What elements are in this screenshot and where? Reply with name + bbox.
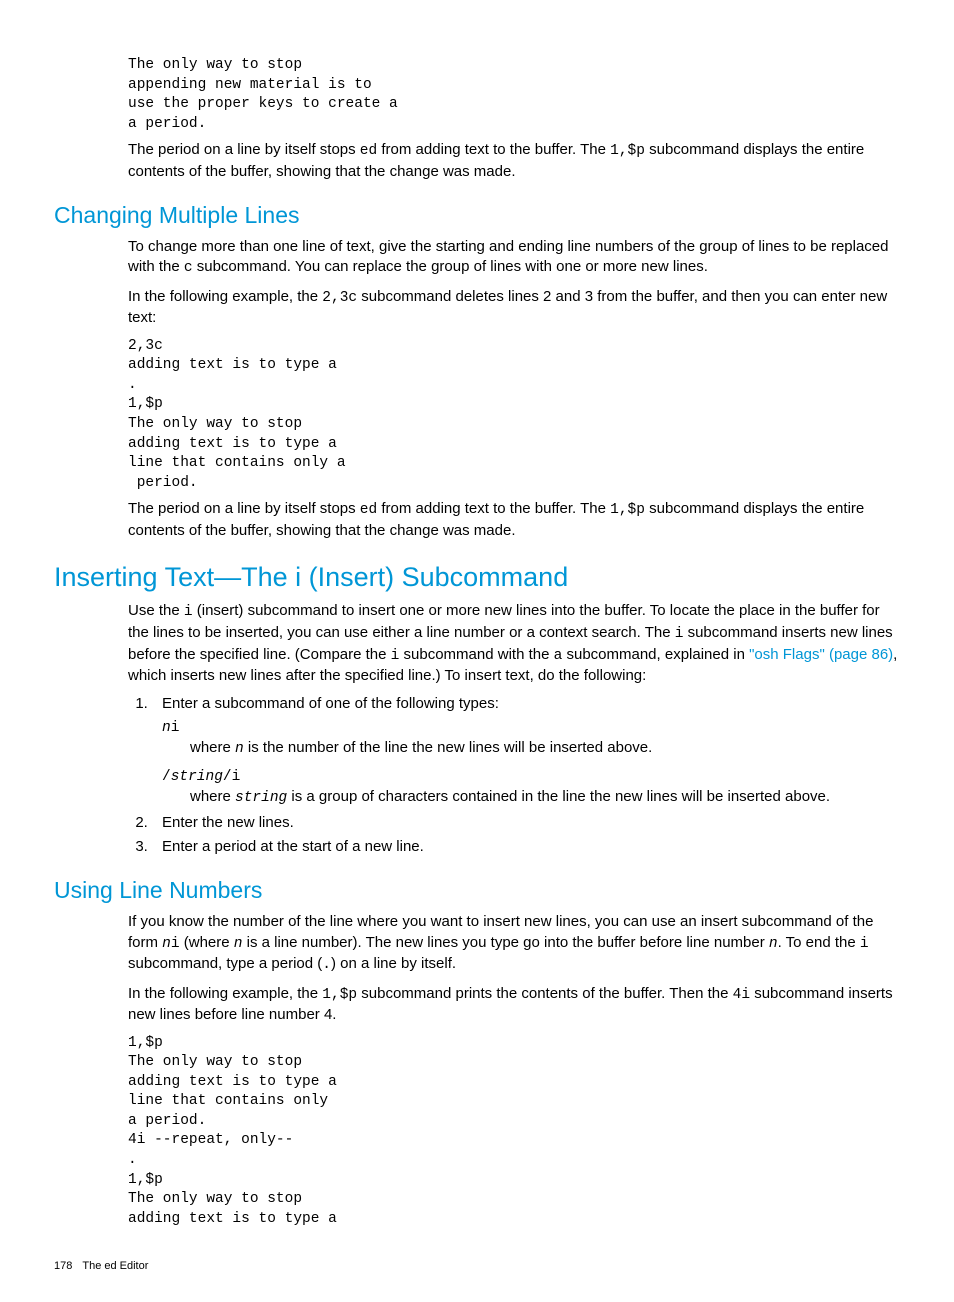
inline-code: . [322,957,331,973]
inline-code: ed [360,143,377,159]
syntax-desc-1: where n is the number of the line the ne… [190,738,900,760]
paragraph: If you know the number of the line where… [128,912,900,975]
footer-title: The ed Editor [82,1260,148,1272]
step-1: Enter a subcommand of one of the followi… [152,694,900,809]
inline-code: 1,$p [322,987,357,1003]
inline-code: n [769,936,778,952]
step-2: Enter the new lines. [152,813,900,833]
page-footer: 178 The ed Editor [54,1259,900,1274]
inline-code: 2,3c [322,290,357,306]
inline-code: a [554,648,563,664]
heading-inserting-text: Inserting Text—The i (Insert) Subcommand [54,559,900,595]
inline-code: 1,$p [610,143,645,159]
inline-code: string [235,790,287,806]
paragraph: To change more than one line of text, gi… [128,237,900,279]
inline-code: i [860,936,869,952]
inline-code: ed [360,502,377,518]
link-osh-flags[interactable]: "osh Flags" (page 86) [749,646,893,663]
heading-using-line-numbers: Using Line Numbers [54,875,900,906]
inline-code: i [184,604,193,620]
inline-code: 1,$p [610,502,645,518]
step-3: Enter a period at the start of a new lin… [152,837,900,857]
inline-code: ni [162,936,179,952]
paragraph: In the following example, the 2,3c subco… [128,287,900,329]
inline-code: n [235,741,244,757]
paragraph: Use the i (insert) subcommand to insert … [128,601,900,686]
ordered-steps: Enter a subcommand of one of the followi… [128,694,900,857]
syntax-form-1: ni [162,719,900,739]
syntax-form-2: /string/i [162,768,900,788]
page-number: 178 [54,1260,72,1272]
code-block-3: 1,$p The only way to stop adding text is… [128,1034,900,1230]
inline-code: 4i [733,987,750,1003]
paragraph: The period on a line by itself stops ed … [128,499,900,541]
paragraph: The period on a line by itself stops ed … [128,140,900,182]
paragraph: In the following example, the 1,$p subco… [128,984,900,1026]
code-block-2: 2,3c adding text is to type a . 1,$p The… [128,337,900,494]
inline-code: c [184,260,193,276]
code-block-1: The only way to stop appending new mater… [128,56,900,134]
heading-changing-multiple-lines: Changing Multiple Lines [54,200,900,231]
syntax-desc-2: where string is a group of characters co… [190,787,900,809]
